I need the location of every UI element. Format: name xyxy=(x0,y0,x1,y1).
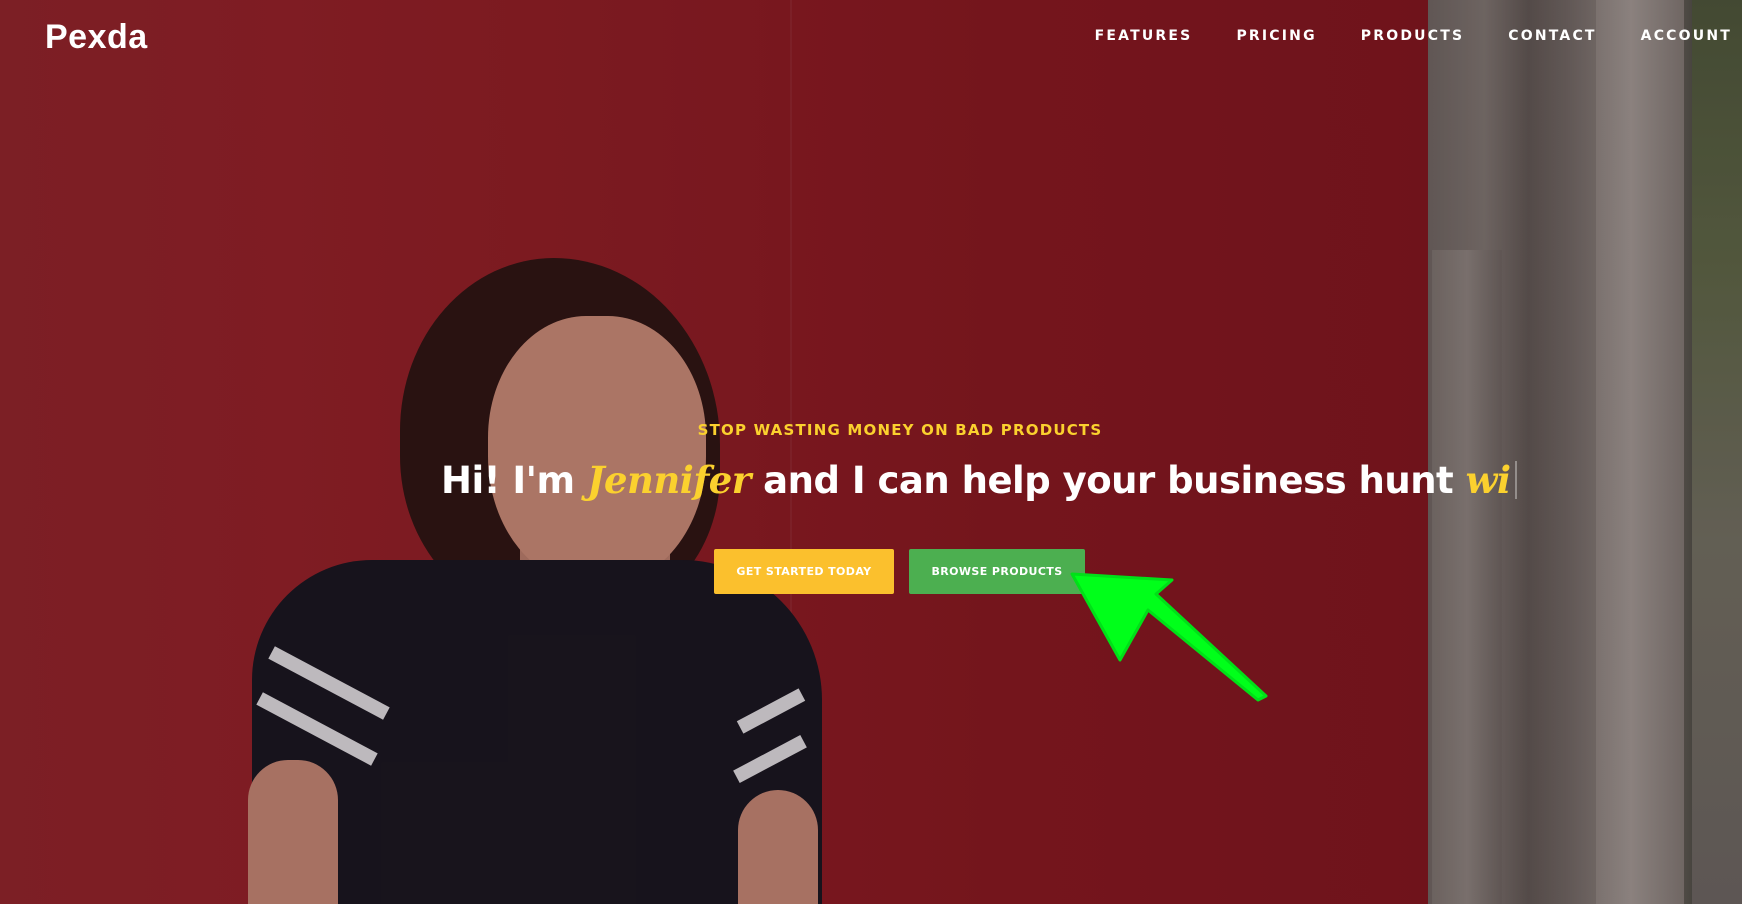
nav-link-contact[interactable]: CONTACT xyxy=(1508,28,1596,44)
top-navbar: Pexda FEATURES PRICING PRODUCTS CONTACT … xyxy=(0,0,1742,76)
browse-products-button[interactable]: BROWSE PRODUCTS xyxy=(909,549,1085,594)
headline-name: Jennifer xyxy=(586,458,751,502)
brand-logo[interactable]: Pexda xyxy=(45,18,148,57)
hero-section: Pexda FEATURES PRICING PRODUCTS CONTACT … xyxy=(0,0,1742,904)
hero-headline: Hi! I'm Jennifer and I can help your bus… xyxy=(441,458,1517,502)
hero-overlay xyxy=(0,0,1742,904)
main-nav: FEATURES PRICING PRODUCTS CONTACT ACCOUN… xyxy=(1051,28,1732,44)
headline-greeting: Hi! I'm xyxy=(441,459,587,502)
hero-eyebrow: STOP WASTING MONEY ON BAD PRODUCTS xyxy=(697,421,1103,439)
headline-text: and I can help your business hunt xyxy=(750,459,1466,502)
typing-cursor xyxy=(1514,461,1517,499)
nav-link-products[interactable]: PRODUCTS xyxy=(1361,28,1464,44)
headline-typed-word: wi xyxy=(1465,458,1511,502)
green-pointer-arrow-icon xyxy=(1070,572,1268,702)
get-started-button[interactable]: GET STARTED TODAY xyxy=(714,549,894,594)
nav-link-features[interactable]: FEATURES xyxy=(1095,28,1193,44)
nav-link-account[interactable]: ACCOUNT xyxy=(1641,28,1732,44)
nav-link-pricing[interactable]: PRICING xyxy=(1236,28,1316,44)
